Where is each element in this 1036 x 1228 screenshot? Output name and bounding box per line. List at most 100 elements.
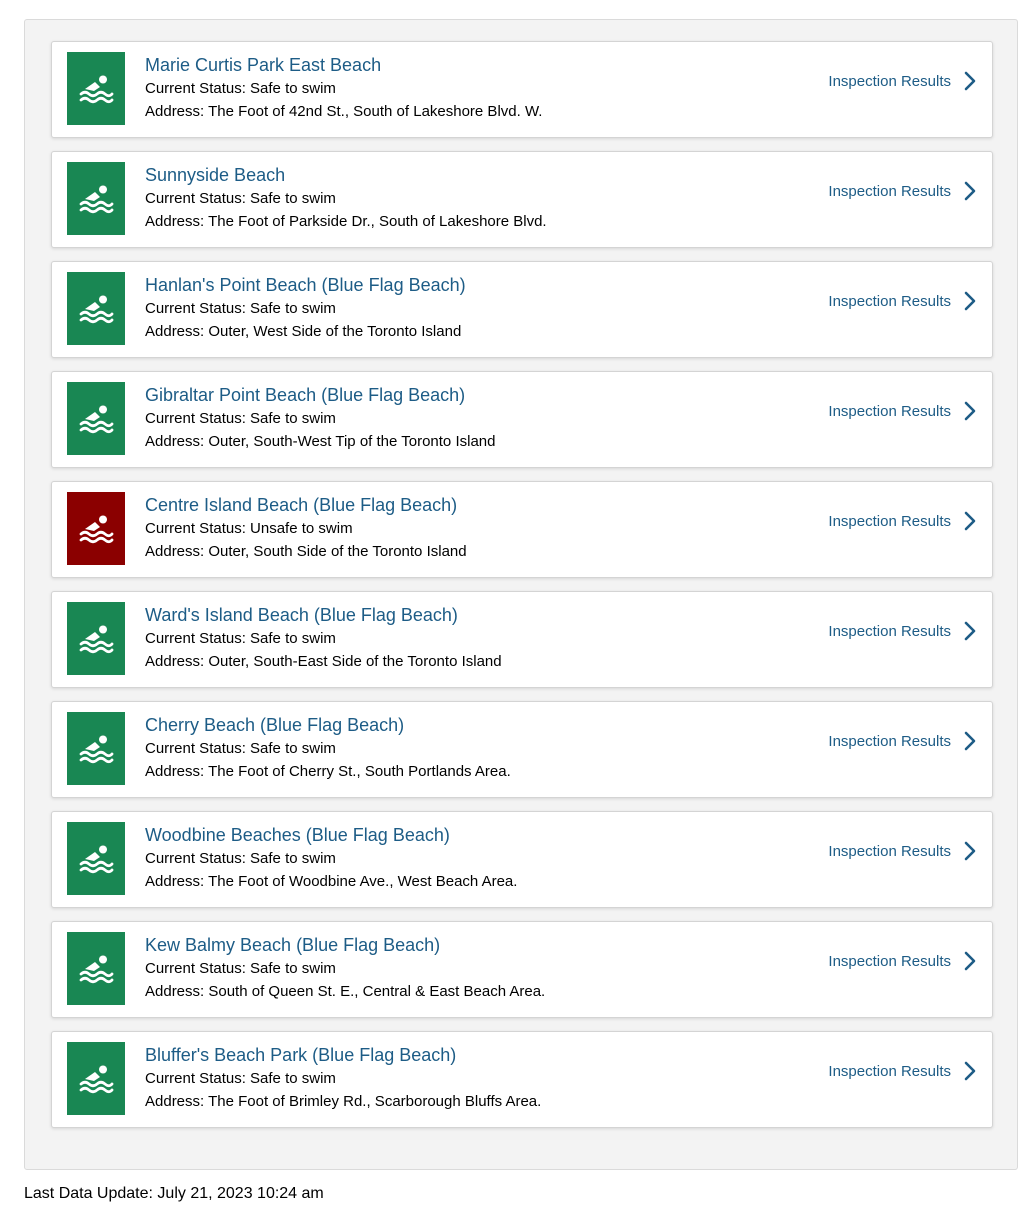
swimmer-icon (67, 932, 125, 1005)
beach-name-link[interactable]: Cherry Beach (Blue Flag Beach) (145, 713, 511, 737)
beach-status: Current Status: Safe to swim (145, 630, 336, 647)
beach-name-link[interactable]: Kew Balmy Beach (Blue Flag Beach) (145, 933, 545, 957)
inspection-results-link[interactable]: Inspection Results (828, 841, 976, 861)
swimmer-icon-graphic (79, 405, 114, 433)
inspection-results-link[interactable]: Inspection Results (828, 71, 976, 91)
last-update-text: Last Data Update: July 21, 2023 10:24 am (24, 1185, 324, 1202)
inspection-results-link[interactable]: Inspection Results (828, 731, 976, 751)
inspection-results-label: Inspection Results (828, 402, 951, 420)
swimmer-icon (67, 712, 125, 785)
inspection-results-link[interactable]: Inspection Results (828, 1061, 976, 1081)
swimmer-icon-graphic (79, 1065, 114, 1093)
swimmer-icon-graphic (79, 955, 114, 983)
inspection-results-label: Inspection Results (828, 842, 951, 860)
beach-address: Address: The Foot of Parkside Dr., South… (145, 213, 547, 230)
beach-card: Cherry Beach (Blue Flag Beach) Current S… (51, 701, 993, 798)
inspection-results-link[interactable]: Inspection Results (828, 401, 976, 421)
beach-address: Address: The Foot of 42nd St., South of … (145, 103, 543, 120)
beach-card: Marie Curtis Park East Beach Current Sta… (51, 41, 993, 138)
swimmer-icon-graphic (79, 75, 114, 103)
swimmer-icon-graphic (79, 735, 114, 763)
beach-name-link[interactable]: Centre Island Beach (Blue Flag Beach) (145, 493, 467, 517)
chevron-right-icon (964, 841, 976, 861)
beach-info: Marie Curtis Park East Beach Current Sta… (145, 53, 542, 123)
swimmer-icon (67, 1042, 125, 1115)
beach-card: Gibraltar Point Beach (Blue Flag Beach) … (51, 371, 993, 468)
beach-list-panel: Marie Curtis Park East Beach Current Sta… (24, 19, 1018, 1170)
beach-info: Kew Balmy Beach (Blue Flag Beach) Curren… (145, 933, 545, 1003)
beach-info: Bluffer's Beach Park (Blue Flag Beach) C… (145, 1043, 541, 1113)
beach-status: Current Status: Safe to swim (145, 850, 336, 867)
inspection-results-label: Inspection Results (828, 732, 951, 750)
swimmer-icon (67, 52, 125, 125)
beach-status: Current Status: Unsafe to swim (145, 520, 353, 537)
chevron-right-icon (964, 291, 976, 311)
inspection-results-label: Inspection Results (828, 512, 951, 530)
inspection-results-link[interactable]: Inspection Results (828, 291, 976, 311)
beach-status: Current Status: Safe to swim (145, 740, 336, 757)
chevron-right-icon (964, 621, 976, 641)
beach-name-link[interactable]: Gibraltar Point Beach (Blue Flag Beach) (145, 383, 495, 407)
swimmer-icon (67, 272, 125, 345)
beach-address: Address: Outer, West Side of the Toronto… (145, 323, 462, 340)
beach-card: Woodbine Beaches (Blue Flag Beach) Curre… (51, 811, 993, 908)
swimmer-icon-graphic (79, 185, 114, 213)
inspection-results-label: Inspection Results (828, 72, 951, 90)
beach-card: Bluffer's Beach Park (Blue Flag Beach) C… (51, 1031, 993, 1128)
inspection-results-link[interactable]: Inspection Results (828, 511, 976, 531)
beach-name-link[interactable]: Marie Curtis Park East Beach (145, 53, 542, 77)
beach-list: Marie Curtis Park East Beach Current Sta… (51, 41, 993, 1141)
beach-status: Current Status: Safe to swim (145, 410, 336, 427)
beach-name-link[interactable]: Woodbine Beaches (Blue Flag Beach) (145, 823, 517, 847)
inspection-results-label: Inspection Results (828, 1062, 951, 1080)
beach-status: Current Status: Safe to swim (145, 80, 336, 97)
beach-address: Address: Outer, South Side of the Toront… (145, 543, 467, 560)
beach-info: Woodbine Beaches (Blue Flag Beach) Curre… (145, 823, 517, 893)
swimmer-icon-graphic (79, 515, 114, 543)
beach-info: Hanlan's Point Beach (Blue Flag Beach) C… (145, 273, 466, 343)
swimmer-icon-graphic (79, 295, 114, 323)
beach-address: Address: South of Queen St. E., Central … (145, 983, 546, 1000)
beach-info: Gibraltar Point Beach (Blue Flag Beach) … (145, 383, 495, 453)
beach-status: Current Status: Safe to swim (145, 190, 336, 207)
swimmer-icon (67, 162, 125, 235)
beach-info: Sunnyside Beach Current Status: Safe to … (145, 163, 547, 233)
chevron-right-icon (964, 181, 976, 201)
beach-card: Kew Balmy Beach (Blue Flag Beach) Curren… (51, 921, 993, 1018)
beach-card: Ward's Island Beach (Blue Flag Beach) Cu… (51, 591, 993, 688)
beach-name-link[interactable]: Bluffer's Beach Park (Blue Flag Beach) (145, 1043, 541, 1067)
beach-address: Address: The Foot of Brimley Rd., Scarbo… (145, 1093, 542, 1110)
beach-card: Centre Island Beach (Blue Flag Beach) Cu… (51, 481, 993, 578)
swimmer-icon (67, 822, 125, 895)
inspection-results-link[interactable]: Inspection Results (828, 181, 976, 201)
inspection-results-label: Inspection Results (828, 182, 951, 200)
beach-info: Ward's Island Beach (Blue Flag Beach) Cu… (145, 603, 502, 673)
swimmer-icon (67, 382, 125, 455)
beach-status: Current Status: Safe to swim (145, 960, 336, 977)
beach-address: Address: The Foot of Cherry St., South P… (145, 763, 511, 780)
beach-status: Current Status: Safe to swim (145, 300, 336, 317)
beach-address: Address: Outer, South-West Tip of the To… (145, 433, 496, 450)
swimmer-icon-graphic (79, 625, 114, 653)
beach-card: Sunnyside Beach Current Status: Safe to … (51, 151, 993, 248)
chevron-right-icon (964, 731, 976, 751)
swimmer-icon-graphic (79, 845, 114, 873)
chevron-right-icon (964, 511, 976, 531)
inspection-results-label: Inspection Results (828, 952, 951, 970)
beach-card: Hanlan's Point Beach (Blue Flag Beach) C… (51, 261, 993, 358)
beach-address: Address: Outer, South-East Side of the T… (145, 653, 502, 670)
swimmer-icon (67, 492, 125, 565)
beach-name-link[interactable]: Sunnyside Beach (145, 163, 547, 187)
chevron-right-icon (964, 71, 976, 91)
beach-status: Current Status: Safe to swim (145, 1070, 336, 1087)
inspection-results-label: Inspection Results (828, 622, 951, 640)
inspection-results-link[interactable]: Inspection Results (828, 621, 976, 641)
swimmer-icon (67, 602, 125, 675)
beach-info: Cherry Beach (Blue Flag Beach) Current S… (145, 713, 511, 783)
beach-name-link[interactable]: Hanlan's Point Beach (Blue Flag Beach) (145, 273, 466, 297)
beach-name-link[interactable]: Ward's Island Beach (Blue Flag Beach) (145, 603, 502, 627)
inspection-results-link[interactable]: Inspection Results (828, 951, 976, 971)
chevron-right-icon (964, 401, 976, 421)
beach-info: Centre Island Beach (Blue Flag Beach) Cu… (145, 493, 467, 563)
beach-address: Address: The Foot of Woodbine Ave., West… (145, 873, 518, 890)
